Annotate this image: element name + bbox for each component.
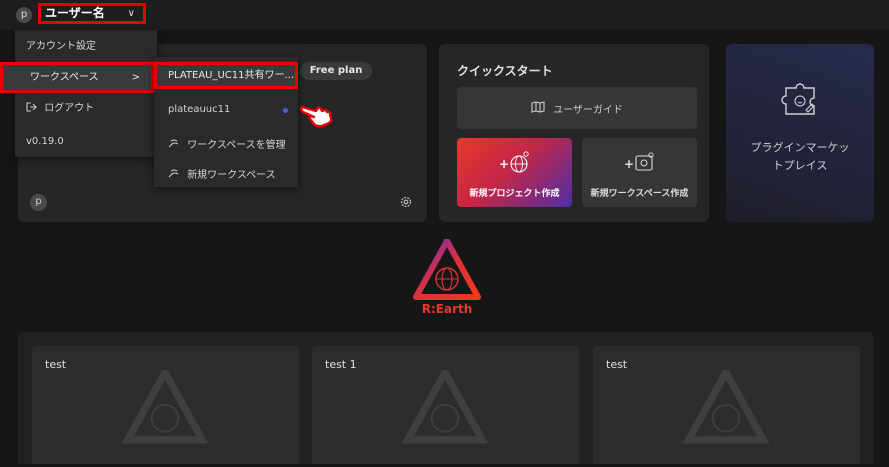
project-name: test <box>45 358 67 371</box>
workspace-menu-label: ワークスペース <box>30 72 99 83</box>
logo-text: R:Earth <box>422 302 473 316</box>
plugin-marketplace-card[interactable]: プラグインマーケットプレイス <box>726 44 874 222</box>
quick-start-title: クイックスタート <box>457 64 553 78</box>
user-avatar[interactable]: p <box>16 7 32 23</box>
logout-label: ログアウト <box>44 103 95 114</box>
project-card[interactable]: test <box>593 346 860 464</box>
app-version: v0.19.0 <box>26 136 64 147</box>
project-placeholder-logo-icon <box>401 364 489 467</box>
menu-item-logout[interactable]: ログアウト <box>15 96 157 122</box>
submenu-item-selected-workspace[interactable]: PLATEAU_UC11共有ワー... <box>154 62 298 89</box>
svg-text:+: + <box>624 157 634 171</box>
user-guide-label: ユーザーガイド <box>553 104 623 116</box>
logout-icon <box>26 102 40 114</box>
user-name: ユーザー名 <box>45 6 105 20</box>
manage-workspace-icon <box>168 139 183 151</box>
new-workspace-icon <box>168 169 183 181</box>
svg-text:+: + <box>499 157 509 171</box>
plugin-marketplace-label: プラグインマーケットプレイス <box>750 141 850 172</box>
gear-icon[interactable] <box>399 195 413 209</box>
submenu-item-plateauuc11[interactable]: plateauuc11 <box>168 104 230 115</box>
new-project-label: 新規プロジェクト作成 <box>469 189 560 199</box>
project-card[interactable]: test <box>32 346 299 464</box>
project-card[interactable]: test 1 <box>312 346 579 464</box>
project-name: test <box>606 358 628 371</box>
submenu-item-new-workspace[interactable]: 新規ワークスペース <box>168 166 276 181</box>
user-guide-button[interactable]: ユーザーガイド <box>457 87 697 129</box>
chevron-right-icon: > <box>131 72 140 83</box>
new-workspace-icon: + <box>582 148 697 181</box>
project-placeholder-logo-icon <box>121 364 209 467</box>
chevron-down-icon: ∨ <box>127 8 135 19</box>
manage-workspace-label: ワークスペースを管理 <box>187 140 286 151</box>
account-menu: アカウント設定 ログアウト v0.19.0 <box>15 30 157 157</box>
project-name: test 1 <box>325 358 357 371</box>
puzzle-icon <box>778 74 824 123</box>
new-workspace-button[interactable]: + 新規ワークスペース作成 <box>582 138 697 207</box>
plan-badge: Free plan <box>300 62 372 80</box>
menu-item-account-settings[interactable]: アカウント設定 <box>15 34 157 60</box>
new-workspace-label: 新規ワークスペース <box>187 170 276 181</box>
workspace-avatar: p <box>30 194 47 211</box>
new-workspace-label: 新規ワークスペース作成 <box>590 189 689 199</box>
reearth-logo: R:Earth <box>412 238 482 317</box>
new-project-globe-icon: + <box>457 148 572 181</box>
map-icon <box>531 100 545 116</box>
project-placeholder-logo-icon <box>682 364 770 467</box>
user-menu-button[interactable]: ユーザー名 ∨ <box>38 3 146 24</box>
submenu-item-manage-workspace[interactable]: ワークスペースを管理 <box>168 136 286 151</box>
current-workspace-indicator <box>283 108 288 113</box>
pointing-hand-icon <box>300 99 334 132</box>
new-project-button[interactable]: + 新規プロジェクト作成 <box>457 138 572 207</box>
menu-item-workspace[interactable]: ワークスペース > <box>0 62 154 93</box>
